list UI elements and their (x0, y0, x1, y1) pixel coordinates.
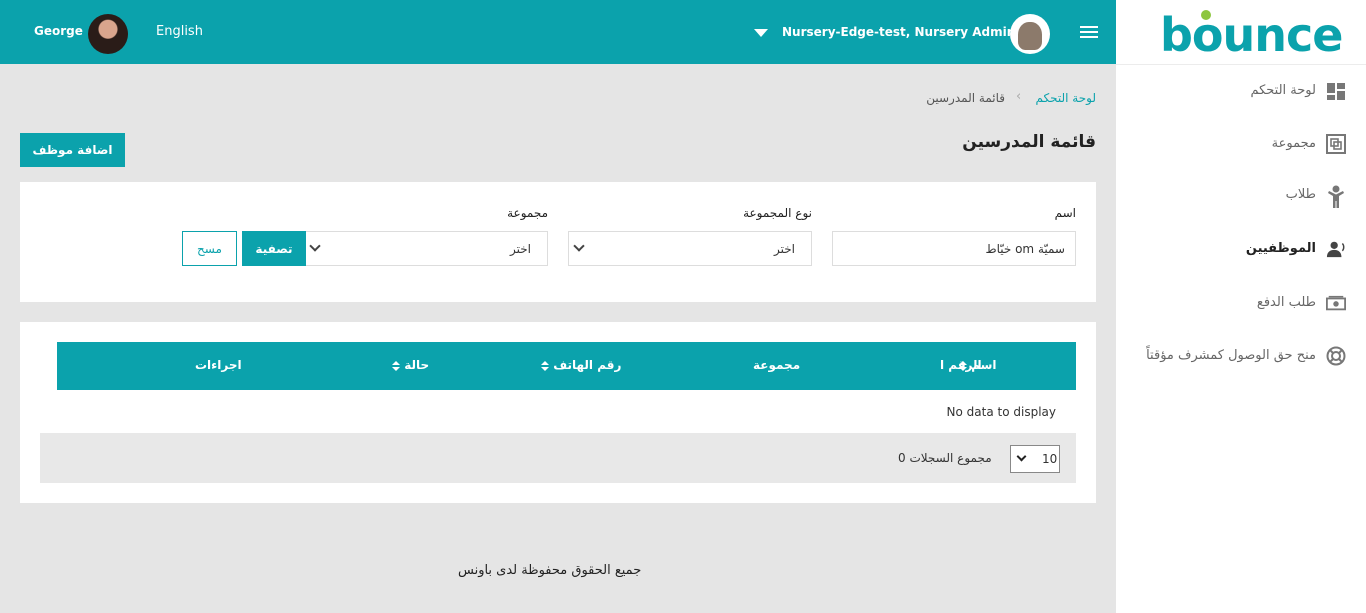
chevron-down-icon (1016, 451, 1027, 462)
sidebar-item-students[interactable]: طلاب (1116, 181, 1366, 211)
staff-table-panel: الرقم ا اسم مجموعة رقم الهاتف حالة اجراء… (20, 322, 1096, 503)
page-size-value: 10 (1042, 452, 1058, 466)
group-type-filter-label: نوع المجموعة (743, 206, 812, 220)
payment-icon (1326, 295, 1346, 311)
sidebar-item-label: مجموعة (1271, 136, 1316, 151)
sidebar-item-temp-admin-access[interactable]: منح حق الوصول كمشرف مؤقتاً (1116, 342, 1366, 372)
clear-button[interactable]: مسح (182, 231, 237, 266)
page-title: قائمة المدرسين (962, 132, 1096, 152)
group-type-select-value: اختر (774, 242, 795, 256)
column-header-name[interactable]: اسم (955, 358, 997, 372)
chevron-down-icon (309, 240, 321, 252)
footer-copyright: جميع الحقوق محفوظة لدى باونس (458, 563, 642, 578)
pagination-bar: 10 0 مجموع السجلات (40, 433, 1076, 483)
top-bar: George English Nursery-Edge-test, Nurser… (0, 0, 1116, 64)
account-avatar[interactable] (1010, 14, 1050, 54)
sidebar-divider (1116, 64, 1366, 65)
sidebar-item-label: لوحة التحكم (1250, 83, 1316, 98)
name-filter-label: اسم (1054, 206, 1076, 220)
group-select[interactable]: اختر (304, 231, 548, 266)
logo-dot (1201, 10, 1211, 20)
page-size-select[interactable]: 10 (1010, 445, 1060, 473)
sidebar-item-label: منح حق الوصول كمشرف مؤقتاً (1146, 348, 1316, 363)
account-name[interactable]: Nursery-Edge-test, Nursery Admin (782, 25, 1015, 39)
sidebar-item-label: طلاب (1285, 187, 1316, 202)
filter-panel: اسم نوع المجموعة اختر مجموعة اختر تصفية … (20, 182, 1096, 302)
bounce-logo[interactable]: bounce (1160, 8, 1343, 62)
chevron-down-icon (573, 240, 585, 252)
sort-icon[interactable] (392, 360, 400, 371)
breadcrumb-current: قائمة المدرسين (926, 91, 1005, 105)
account-dropdown-icon[interactable] (754, 29, 768, 37)
sidebar-item-dashboard[interactable]: لوحة التحكم (1116, 77, 1366, 107)
sidebar-item-label: طلب الدفع (1256, 295, 1316, 310)
group-type-select[interactable]: اختر (568, 231, 812, 266)
total-records: 0 مجموع السجلات (898, 451, 992, 465)
name-filter-input[interactable] (832, 231, 1076, 266)
language-switch[interactable]: English (156, 24, 203, 39)
column-header-actions: اجراءات (195, 358, 242, 372)
user-avatar[interactable] (88, 14, 128, 54)
sort-icon[interactable] (959, 360, 967, 371)
sidebar-item-label: الموظفيين (1245, 241, 1316, 256)
group-icon (1326, 134, 1346, 154)
filter-button[interactable]: تصفية (242, 231, 306, 266)
user-name: George (34, 24, 83, 38)
group-filter-label: مجموعة (507, 206, 548, 220)
group-select-value: اختر (510, 242, 531, 256)
column-header-status[interactable]: حالة (388, 358, 429, 372)
column-header-phone[interactable]: رقم الهاتف (537, 358, 621, 372)
sidebar-item-staff[interactable]: الموظفيين (1116, 235, 1366, 265)
sidebar-item-payment[interactable]: طلب الدفع (1116, 289, 1366, 319)
sidebar-item-group[interactable]: مجموعة (1116, 130, 1366, 160)
student-icon (1328, 185, 1344, 208)
breadcrumb-chevron-icon: ‹ (1016, 89, 1022, 104)
table-header: الرقم ا اسم مجموعة رقم الهاتف حالة اجراء… (57, 342, 1076, 390)
support-icon (1326, 346, 1346, 366)
empty-table-message: No data to display (946, 405, 1056, 419)
dashboard-icon (1327, 83, 1345, 100)
add-staff-button[interactable]: اضافة موظف (20, 133, 125, 167)
sort-icon[interactable] (541, 360, 549, 371)
breadcrumb-home-link[interactable]: لوحة التحكم (1036, 91, 1097, 105)
column-header-group: مجموعة (753, 358, 801, 372)
hamburger-menu-icon[interactable] (1080, 25, 1100, 39)
staff-icon (1326, 241, 1345, 258)
